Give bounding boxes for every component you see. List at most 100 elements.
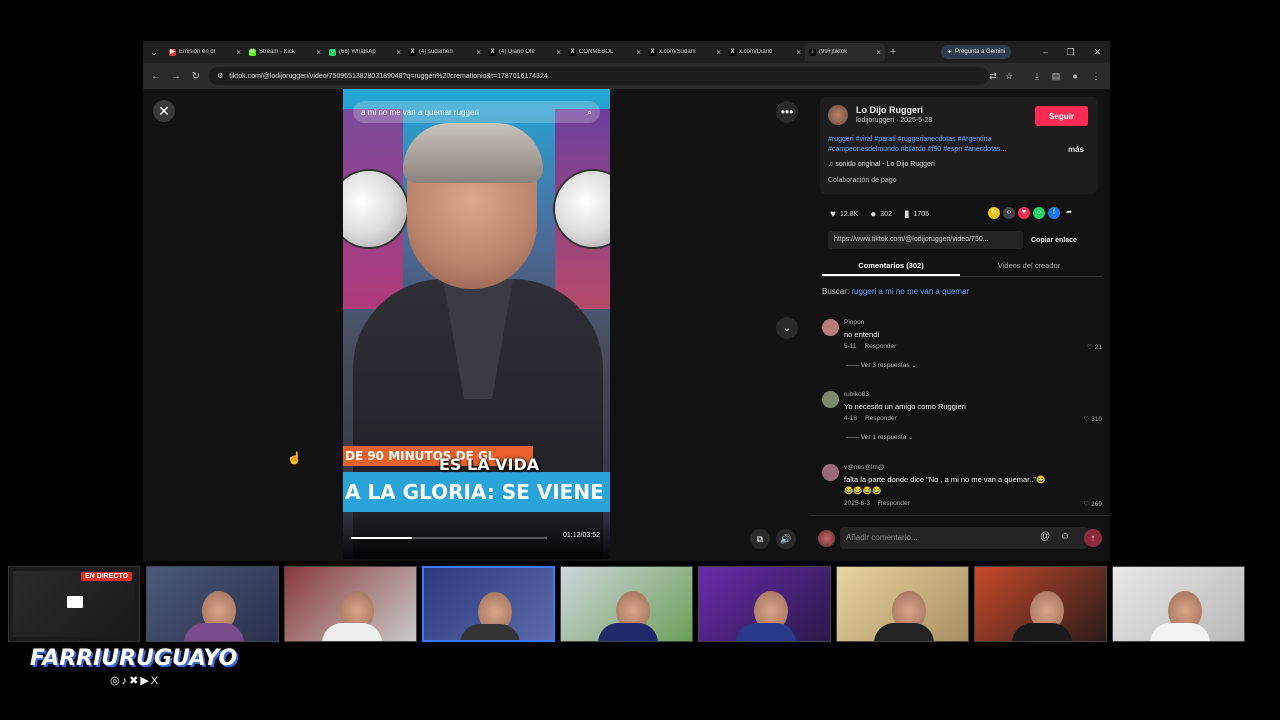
reply-button[interactable]: Responder [865, 415, 897, 422]
tab-title: (4) Diario Olé [499, 49, 535, 55]
browser-tab[interactable]: X CONMEBOL × [565, 43, 645, 61]
share-buttons: ↻ ‹› ▼ ○ f ➦ [988, 207, 1075, 219]
next-video-chevron-icon[interactable]: ⌄ [776, 317, 798, 339]
browser-tab[interactable]: ♪ (99+)tiktok × [805, 43, 885, 61]
site-info-icon[interactable]: ⚙ [217, 72, 223, 80]
forward-icon[interactable]: → [166, 66, 186, 86]
send-comment-icon[interactable]: ↑ [1084, 529, 1102, 547]
hashtags-line-2[interactable]: #campeonesdelmundo #bilardo #f90 #espn #… [828, 145, 1048, 155]
sound-link[interactable]: ♫ sonido original - Lo Dijo Ruggeri [828, 161, 935, 168]
commenter-avatar[interactable] [822, 319, 839, 336]
streamer-torso [1149, 623, 1210, 641]
browser-tab[interactable]: ▶ Emisión en di × [165, 43, 245, 61]
copy-link-button[interactable]: Copiar enlace [1031, 237, 1077, 244]
creator-handle: lodijoruggeri · 2025-5-28 [856, 117, 933, 124]
new-tab-button[interactable]: + [885, 47, 901, 58]
browser-menu-icon[interactable]: ⋮ [1088, 68, 1104, 84]
streamer-torso [321, 623, 382, 641]
back-icon[interactable]: ← [146, 66, 166, 86]
browser-tab[interactable]: X (4) Diario Olé × [485, 43, 565, 61]
comment-like-button[interactable]: ♡ 310 [1084, 415, 1102, 423]
save-button[interactable]: ▮ 1705 [904, 209, 929, 220]
creator-name[interactable]: Lo Dijo Ruggeri [856, 105, 923, 115]
pip-icon[interactable]: ⧉ [750, 529, 770, 549]
browser-tab[interactable]: K Stream - Kick × [245, 43, 325, 61]
maximize-button[interactable]: ❐ [1058, 41, 1083, 63]
download-icon[interactable]: ⤓ [1029, 68, 1045, 84]
creator-avatar[interactable] [828, 105, 848, 125]
reload-icon[interactable]: ↻ [186, 66, 206, 86]
view-replies-button[interactable]: —— Ver 1 respuesta ⌄ [846, 433, 914, 441]
embed-icon[interactable]: ‹› [1003, 207, 1015, 219]
browser-tab[interactable]: Xx.com/Diario × [725, 43, 805, 61]
bookmark-star-icon[interactable]: ☆ [1001, 68, 1017, 84]
send-friends-icon[interactable]: ▼ [1018, 207, 1030, 219]
search-icon[interactable]: ⌕ [587, 107, 592, 118]
tab-comments[interactable]: Comentarios (302) [822, 257, 960, 276]
video-link-text[interactable]: https://www.tiktok.com/@lodijoruggeri/vi… [828, 231, 1023, 249]
minimize-button[interactable]: – [1033, 41, 1058, 63]
tab-close-icon[interactable]: × [796, 48, 801, 57]
comment-text: Yo necesito un amigo como Ruggieri [844, 402, 966, 411]
profile-icon[interactable]: ● [1067, 68, 1083, 84]
tab-close-icon[interactable]: × [556, 48, 561, 57]
translate-icon[interactable]: ⇄ [985, 68, 1001, 84]
volume-icon[interactable]: 🔊 [776, 529, 796, 549]
live-badge: EN DIRECTO [81, 572, 133, 581]
comment-text: no entendí [844, 330, 880, 339]
tab-close-icon[interactable]: × [316, 48, 321, 57]
browser-tab[interactable]: X (4) sudameri × [405, 43, 485, 61]
address-bar[interactable]: ⚙ tiktok.com/@lodijoruggeri/video/750965… [209, 67, 989, 85]
search-query-link[interactable]: ruggeri a mi no me van a quemar [851, 287, 969, 296]
tab-close-icon[interactable]: × [636, 48, 641, 57]
commenter-name[interactable]: rubiko83 [844, 391, 869, 398]
like-button[interactable]: ♥ 12.8K [830, 209, 858, 220]
video-player[interactable]: a mi no me van a quemar ruggeri ⌕ DE 90 … [343, 89, 610, 559]
hashtags[interactable]: #ruggeri #viral #parati #ruggerianecdota… [828, 135, 1048, 155]
tab-close-icon[interactable]: × [396, 48, 401, 57]
comment-input[interactable]: Añadir comentario... [840, 527, 1088, 549]
tab-creator-videos[interactable]: Videos del creador [960, 257, 1098, 276]
follow-button[interactable]: Seguir [1035, 106, 1088, 126]
emoji-icon[interactable]: ☺ [1060, 531, 1070, 542]
replies-divider: —— [846, 434, 861, 441]
streamer-torso [460, 624, 521, 640]
close-window-button[interactable]: ✕ [1085, 41, 1110, 63]
commenter-name[interactable]: Pinpon [844, 319, 864, 326]
repost-icon[interactable]: ↻ [988, 207, 1000, 219]
tab-title: x.com/Diario [739, 49, 773, 55]
commenter-avatar[interactable] [822, 464, 839, 481]
extensions-icon[interactable]: ▤ [1048, 68, 1064, 84]
video-progress-bar[interactable] [351, 537, 547, 539]
comment-like-button[interactable]: ♡ 269 [1084, 500, 1102, 508]
tab-close-icon[interactable]: × [876, 48, 881, 57]
gemini-button[interactable]: ✦ Pregunta a Gemini [941, 45, 1012, 59]
tab-search-icon[interactable]: ⌄ [143, 41, 165, 63]
comment-button[interactable]: ● 302 [870, 209, 892, 220]
tab-close-icon[interactable]: × [716, 48, 721, 57]
comment-like-button[interactable]: ♡ 21 [1087, 343, 1102, 351]
commenter-avatar[interactable] [822, 391, 839, 408]
tab-close-icon[interactable]: × [476, 48, 481, 57]
facebook-icon[interactable]: f [1048, 207, 1060, 219]
hashtags-line-1[interactable]: #ruggeri #viral #parati #ruggerianecdota… [828, 135, 1048, 145]
tab-close-icon[interactable]: × [236, 48, 241, 57]
close-video-icon[interactable]: ✕ [153, 100, 175, 122]
browser-tab[interactable]: ○ (66) WhatsAp × [325, 43, 405, 61]
share-arrow-icon[interactable]: ➦ [1063, 207, 1075, 219]
more-description-link[interactable]: más [1068, 145, 1084, 154]
reply-button[interactable]: Responder [878, 500, 910, 507]
mention-icon[interactable]: @ [1040, 531, 1050, 542]
tab-title: (4) sudameri [419, 49, 453, 55]
caption-subtitle: ES LA VIDA [439, 455, 540, 474]
video-time: 01:12/03:52 [563, 532, 600, 539]
view-replies-button[interactable]: —— Ver 3 respuestas ⌄ [846, 361, 917, 369]
commenter-name[interactable]: v@nes@lm@ [844, 464, 884, 471]
caption-blue-strip: A LA GLORIA: SE VIENE LA [343, 472, 610, 512]
whatsapp-icon[interactable]: ○ [1033, 207, 1045, 219]
reply-button[interactable]: Responder [865, 343, 897, 350]
browser-tab[interactable]: Xx.com/Sudam × [645, 43, 725, 61]
video-search-input[interactable]: a mi no me van a quemar ruggeri ⌕ [353, 101, 600, 123]
search-suggestion[interactable]: Buscar: ruggeri a mi no me van a quemar [822, 287, 969, 296]
more-options-icon[interactable]: ••• [776, 101, 798, 123]
